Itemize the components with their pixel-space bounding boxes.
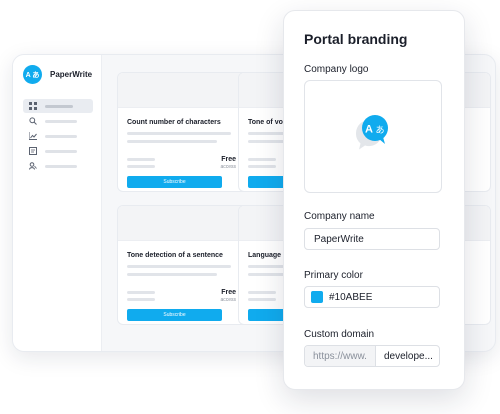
price-label: Free bbox=[221, 156, 236, 163]
search-icon bbox=[28, 117, 37, 126]
subscribe-button[interactable]: Subscribe bbox=[127, 176, 222, 188]
product-card: Tone detection of a sentence Free access… bbox=[117, 205, 251, 325]
placeholder-line bbox=[127, 132, 231, 135]
domain-value: develope... bbox=[384, 350, 433, 362]
placeholder-line bbox=[127, 298, 155, 301]
placeholder-line bbox=[248, 165, 276, 168]
card-title: Count number of characters bbox=[127, 119, 221, 126]
document-icon bbox=[28, 147, 37, 156]
users-icon bbox=[28, 162, 37, 171]
card-title: Tone of voi bbox=[248, 119, 285, 126]
sidebar-item-analytics[interactable] bbox=[23, 129, 93, 143]
color-swatch[interactable] bbox=[311, 291, 323, 303]
logo-glyph-b: あ bbox=[375, 125, 384, 136]
placeholder-line bbox=[248, 291, 276, 294]
price-sublabel: access bbox=[220, 297, 236, 303]
card-image bbox=[118, 206, 250, 241]
product-card: Count number of characters Free access S… bbox=[117, 72, 251, 192]
card-price: Free access bbox=[220, 156, 236, 170]
sidebar-item-label bbox=[45, 149, 77, 153]
logo-glyph-a: A bbox=[365, 124, 373, 136]
domain-prefix: https://www. bbox=[305, 346, 376, 366]
card-price: Free access bbox=[220, 289, 236, 303]
sidebar-nav bbox=[23, 99, 93, 174]
price-label: Free bbox=[221, 289, 236, 296]
app-name: PaperWrite bbox=[50, 70, 93, 79]
sidebar-item-search[interactable] bbox=[23, 114, 93, 128]
sidebar-item-documents[interactable] bbox=[23, 144, 93, 158]
sidebar-item-dashboard[interactable] bbox=[23, 99, 93, 113]
primary-color-label: Primary color bbox=[304, 270, 363, 281]
placeholder-line bbox=[127, 140, 217, 143]
price-sublabel: access bbox=[220, 164, 236, 170]
primary-color-value: #10ABEE bbox=[329, 291, 373, 303]
placeholder-line bbox=[127, 165, 155, 168]
company-logo-icon: A あ bbox=[355, 115, 388, 150]
branding-panel: Portal branding Company logo A あ Company… bbox=[283, 10, 465, 390]
primary-color-input[interactable]: #10ABEE bbox=[304, 286, 440, 308]
card-title: Language i bbox=[248, 252, 285, 259]
sidebar-item-label bbox=[45, 134, 77, 138]
company-logo-label: Company logo bbox=[304, 64, 369, 75]
brand: A あ PaperWrite bbox=[23, 65, 92, 84]
app-logo-icon: A あ bbox=[23, 65, 42, 84]
subscribe-button[interactable] bbox=[248, 176, 288, 188]
placeholder-line bbox=[127, 265, 231, 268]
sidebar: A あ PaperWrite bbox=[13, 55, 102, 351]
company-name-input[interactable]: PaperWrite bbox=[304, 228, 440, 250]
placeholder-line bbox=[127, 273, 217, 276]
sidebar-item-label bbox=[45, 119, 77, 123]
card-image bbox=[118, 73, 250, 108]
custom-domain-input[interactable]: https://www. develope... bbox=[304, 345, 440, 367]
sidebar-item-label bbox=[45, 104, 73, 108]
company-logo-upload[interactable]: A あ bbox=[304, 80, 442, 193]
chart-icon bbox=[28, 132, 37, 141]
placeholder-line bbox=[127, 291, 155, 294]
subscribe-button[interactable]: Subscribe bbox=[127, 309, 222, 321]
company-name-label: Company name bbox=[304, 211, 375, 222]
sidebar-item-label bbox=[45, 164, 77, 168]
sidebar-item-users[interactable] bbox=[23, 159, 93, 173]
panel-title: Portal branding bbox=[304, 31, 408, 47]
placeholder-line bbox=[127, 158, 155, 161]
custom-domain-label: Custom domain bbox=[304, 329, 375, 340]
subscribe-button[interactable] bbox=[248, 309, 288, 321]
placeholder-line bbox=[248, 298, 276, 301]
card-title: Tone detection of a sentence bbox=[127, 252, 223, 259]
company-name-value: PaperWrite bbox=[314, 233, 364, 245]
placeholder-line bbox=[248, 158, 276, 161]
grid-icon bbox=[28, 102, 37, 111]
